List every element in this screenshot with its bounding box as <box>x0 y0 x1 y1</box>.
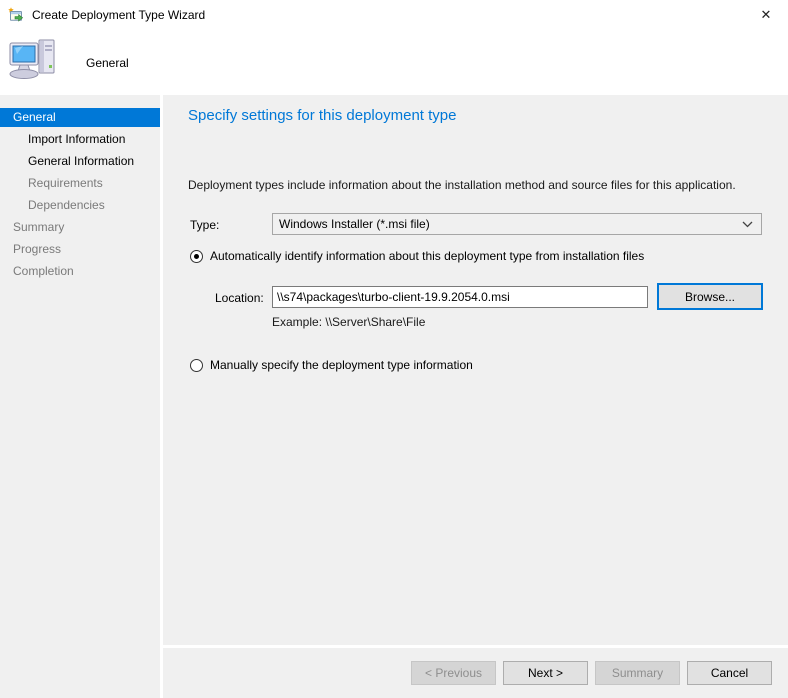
type-select[interactable]: Windows Installer (*.msi file) <box>272 213 762 235</box>
next-button[interactable]: Next > <box>503 661 588 685</box>
chevron-down-icon <box>742 221 753 228</box>
sidebar-item-general[interactable]: General <box>0 108 160 127</box>
sidebar-item-general-information[interactable]: General Information <box>0 152 160 171</box>
sidebar-item-import-information[interactable]: Import Information <box>0 130 160 149</box>
sidebar-item-completion: Completion <box>13 264 74 278</box>
wizard-banner: General <box>0 30 788 95</box>
title-bar: Create Deployment Type Wizard ✕ <box>0 0 788 30</box>
summary-button: Summary <box>595 661 680 685</box>
sidebar-item-summary: Summary <box>13 220 65 234</box>
page-title: Specify settings for this deployment typ… <box>188 107 457 124</box>
banner-page-label: General <box>86 55 129 70</box>
sidebar-item-dependencies: Dependencies <box>28 198 105 212</box>
manual-specify-radio[interactable]: Manually specify the deployment type inf… <box>190 358 473 372</box>
auto-identify-radio-label: Automatically identify information about… <box>210 249 645 263</box>
auto-identify-radio[interactable]: Automatically identify information about… <box>190 249 644 263</box>
wizard-window: Create Deployment Type Wizard ✕ General … <box>0 0 788 698</box>
manual-specify-radio-label: Manually specify the deployment type inf… <box>210 358 473 372</box>
location-example-hint: Example: \\Server\Share\File <box>272 315 426 329</box>
sidebar-item-progress: Progress <box>13 242 62 256</box>
main-area: General Import Information General Infor… <box>0 95 788 698</box>
browse-button[interactable]: Browse... <box>657 283 763 310</box>
radio-selected-icon[interactable] <box>190 249 203 263</box>
wizard-steps-sidebar: General Import Information General Infor… <box>0 95 160 698</box>
type-label: Type: <box>190 218 220 232</box>
window-title: Create Deployment Type Wizard <box>32 8 206 22</box>
wizard-page-content: Specify settings for this deployment typ… <box>163 95 788 645</box>
close-icon[interactable]: ✕ <box>744 0 788 30</box>
sidebar-item-requirements: Requirements <box>28 176 103 190</box>
location-input[interactable] <box>272 286 648 308</box>
radio-unselected-icon[interactable] <box>190 358 203 372</box>
footer-button-bar: < Previous Next > Summary Cancel <box>163 648 788 698</box>
previous-button: < Previous <box>411 661 496 685</box>
computer-icon <box>8 36 60 89</box>
location-label: Location: <box>215 291 264 305</box>
cancel-button[interactable]: Cancel <box>687 661 772 685</box>
wizard-window-icon <box>8 7 24 23</box>
page-description: Deployment types include information abo… <box>188 178 736 192</box>
type-select-value: Windows Installer (*.msi file) <box>279 217 430 231</box>
